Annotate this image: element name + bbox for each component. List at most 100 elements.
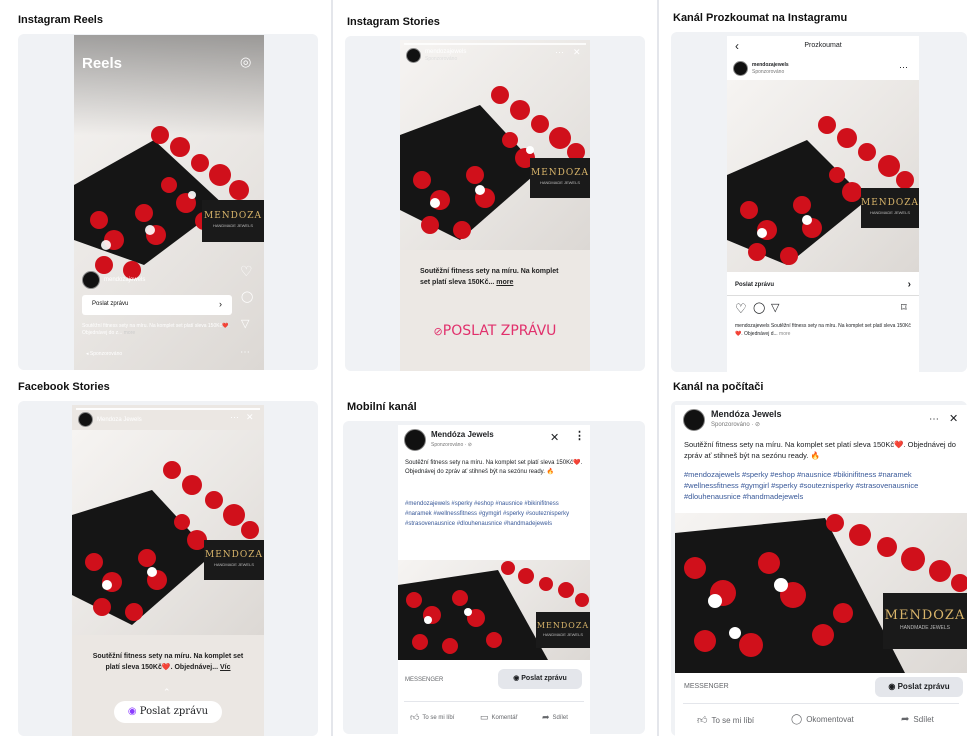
close-icon[interactable]: ✕	[550, 433, 559, 444]
desktop-post-text: Soutěžní fitness sety na míru. Na komple…	[684, 440, 956, 460]
desktop-brand-box: MENDOZA HANDMADE JEWELS	[883, 593, 967, 649]
explore-caption-text: mendozajewels Soutěžní fitness sety na m…	[735, 323, 911, 337]
stories-account-row: mendozajewels Sponzorováno	[406, 48, 466, 63]
heart-icon[interactable]: ♡	[240, 264, 253, 278]
chevron-up-icon[interactable]: ⌃	[163, 687, 171, 698]
mobile-share-button[interactable]: ➦ Sdílet	[542, 712, 568, 723]
explore-account-row: mendozajewels Sponzorováno	[733, 61, 789, 76]
stories-more-link[interactable]: more	[496, 279, 513, 286]
page-avatar[interactable]	[404, 429, 426, 451]
page-avatar[interactable]	[683, 409, 705, 431]
reels-account-row: mendozajewels	[82, 271, 145, 289]
brand-logo-sub: HANDMADE JEWELS	[542, 632, 583, 637]
mobile-page-name[interactable]: Mendóza Jewels	[431, 430, 494, 440]
stories-account-name[interactable]: mendozajewels	[425, 49, 466, 56]
stories-caption: Soutěžní fitness sety na míru. Na komple…	[420, 266, 570, 288]
story-progress-bar	[76, 408, 260, 410]
comment-icon[interactable]: ◯	[241, 292, 253, 303]
more-options-icon[interactable]: ⋯	[555, 48, 564, 57]
comment-icon: ▭	[480, 712, 489, 722]
explore-phone: ‹ Prozkoumat mendozajewels Sponzorováno …	[727, 36, 919, 372]
close-icon[interactable]: ✕	[573, 48, 581, 57]
explore-header-label: Prozkoumat	[804, 42, 842, 49]
desktop-cta-button[interactable]: ◉ Poslat zprávu	[875, 677, 963, 697]
messenger-icon: ◉	[127, 706, 137, 717]
section-title-explore: Kanál Prozkoumat na Instagramu	[673, 12, 848, 24]
fb-stories-caption: Soutěžní fitness sety na míru. Na komple…	[86, 651, 250, 673]
account-avatar[interactable]	[78, 412, 93, 427]
desktop-page-name[interactable]: Mendóza Jewels	[711, 409, 782, 420]
mobile-comment-label: Komentář	[491, 714, 518, 721]
desktop-comment-label: Okomentovat	[806, 715, 854, 724]
explore-product-photo: MENDOZA HANDMADE JEWELS	[727, 80, 919, 272]
explore-cta-button[interactable]: Poslat zprávu ›	[727, 276, 919, 296]
stories-phone: MENDOZA HANDMADE JEWELS mendozajewels Sp…	[400, 40, 590, 371]
section-title-mobile: Mobilní kanál	[347, 401, 417, 413]
mobile-brand-box: MENDOZA HANDMADE JEWELS	[536, 612, 590, 648]
camera-icon[interactable]: ◎	[240, 55, 251, 68]
mobile-messenger-label: MESSENGER	[405, 677, 444, 683]
desktop-comment-button[interactable]: ◯ Okomentovat	[791, 714, 854, 725]
account-avatar[interactable]	[82, 271, 100, 289]
desktop-like-button[interactable]: 👍︎ To se mi líbí	[697, 714, 754, 726]
fb-stories-cta-label: Poslat zprávu	[139, 706, 209, 717]
fb-stories-more-link[interactable]: Víc	[220, 664, 231, 671]
reels-cta-button[interactable]: Poslat zprávu ›	[82, 295, 232, 315]
reels-header-label: Reels	[82, 55, 123, 72]
more-options-icon[interactable]: ⋯	[230, 413, 239, 422]
more-options-icon[interactable]: ⋯	[929, 415, 939, 425]
desktop-hashtags[interactable]: #mendozajewels #sperky #eshop #nausnice …	[684, 469, 962, 502]
fb-stories-brand-box: MENDOZA HANDMADE JEWELS	[204, 540, 264, 580]
reels-more-link[interactable]: more	[124, 330, 135, 336]
close-icon[interactable]: ✕	[949, 414, 958, 425]
mobile-like-label: To se mi líbí	[422, 714, 455, 721]
brand-logo-sub: HANDMADE JEWELS	[899, 625, 950, 631]
mobile-post-header: Mendóza Jewels Sponzorováno · ⊘	[404, 429, 494, 451]
mobile-product-photo: MENDOZA HANDMADE JEWELS	[398, 560, 590, 660]
stories-cta-button[interactable]: ⊘POSLAT ZPRÁVU	[430, 320, 560, 342]
desktop-messenger-label: MESSENGER	[684, 683, 729, 690]
reels-cta-label: Poslat zprávu	[92, 301, 129, 307]
reels-sponsored-label: Sponzorováno	[89, 351, 123, 357]
section-title-fb-stories: Facebook Stories	[18, 381, 110, 393]
reels-account-name[interactable]: mendozajewels	[104, 277, 145, 283]
mobile-cta-button[interactable]: ◉ Poslat zprávu	[498, 669, 582, 689]
mobile-comment-button[interactable]: ▭ Komentář	[480, 712, 518, 723]
mobile-like-button[interactable]: 👍︎ To se mi líbí	[410, 712, 454, 723]
reels-sponsored: ◂ Sponzorováno	[86, 351, 122, 357]
fb-stories-cta-button[interactable]: ◉ Poslat zprávu	[114, 701, 222, 723]
mobile-share-label: Sdílet	[552, 714, 568, 721]
explore-caption: mendozajewels Soutěžní fitness sety na m…	[735, 322, 911, 338]
explore-cta-label: Poslat zprávu	[735, 282, 775, 288]
comment-icon: ◯	[791, 714, 803, 725]
explore-account-name[interactable]: mendozajewels	[752, 62, 789, 69]
mobile-sponsored-label: Sponzorováno · ⊘	[431, 442, 472, 448]
more-options-icon[interactable]: ⋯	[240, 348, 250, 358]
share-icon: ➦	[901, 714, 910, 725]
column-divider	[657, 0, 659, 736]
bookmark-icon[interactable]: ⌑	[901, 303, 907, 314]
send-icon[interactable]: ▽	[241, 319, 249, 330]
desktop-share-button[interactable]: ➦ Sdílet	[901, 714, 934, 725]
comment-icon[interactable]: ◯	[753, 303, 765, 314]
stories-product-photo: MENDOZA HANDMADE JEWELS	[400, 40, 590, 250]
more-options-icon[interactable]: ⋯	[899, 63, 908, 72]
fb-stories-phone: MENDOZA HANDMADE JEWELS Mendoza Jewels ⋯…	[72, 405, 264, 736]
account-avatar[interactable]	[733, 61, 748, 76]
send-icon[interactable]: ▽	[771, 303, 779, 314]
messenger-icon: ◉	[888, 682, 896, 691]
column-divider	[331, 0, 333, 736]
explore-sponsored-label: Sponzorováno	[752, 68, 785, 75]
fb-stories-account-name[interactable]: Mendoza Jewels	[97, 417, 142, 423]
jewel-illustration	[72, 461, 259, 625]
explore-more-link[interactable]: more	[779, 331, 790, 337]
mobile-hashtags[interactable]: #mendozajewels #sperky #eshop #nausnice …	[405, 499, 583, 529]
brand-logo-sub: HANDMADE JEWELS	[869, 210, 910, 215]
chevron-right-icon: ›	[907, 279, 911, 290]
vertical-more-icon[interactable]: ⋮	[574, 431, 585, 442]
account-avatar[interactable]	[406, 48, 421, 63]
heart-icon[interactable]: ♡	[735, 302, 747, 315]
desktop-share-label: Sdílet	[913, 715, 934, 724]
desktop-action-divider	[683, 703, 959, 704]
close-icon[interactable]: ✕	[246, 413, 254, 422]
